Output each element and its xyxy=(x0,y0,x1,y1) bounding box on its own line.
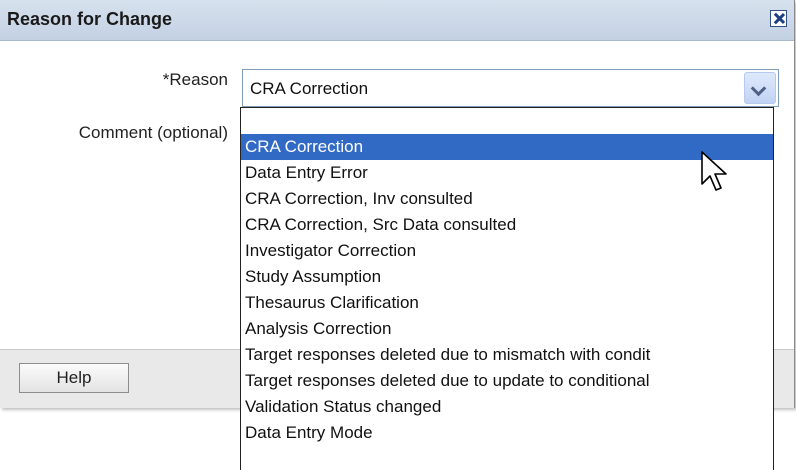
dropdown-option-target-deleted-update[interactable]: Target responses deleted due to update t… xyxy=(241,368,773,394)
reason-select-value: CRA Correction xyxy=(250,79,369,98)
dropdown-option-data-entry-error[interactable]: Data Entry Error xyxy=(241,160,773,186)
dropdown-option-target-deleted-mismatch[interactable]: Target responses deleted due to mismatch… xyxy=(241,342,773,368)
comment-label: Comment (optional) xyxy=(78,123,228,142)
reason-label: *Reason xyxy=(162,70,228,89)
dropdown-option-cra-correction-src-data-consulted[interactable]: CRA Correction, Src Data consulted xyxy=(241,212,773,238)
help-button[interactable]: Help xyxy=(19,363,129,393)
dropdown-option-analysis-correction[interactable]: Analysis Correction xyxy=(241,316,773,342)
mouse-pointer-icon xyxy=(701,151,727,191)
dropdown-option-investigator-correction[interactable]: Investigator Correction xyxy=(241,238,773,264)
dropdown-option-validation-status-changed[interactable]: Validation Status changed xyxy=(241,394,773,420)
dropdown-option-thesaurus-clarification[interactable]: Thesaurus Clarification xyxy=(241,290,773,316)
dialog-titlebar: Reason for Change xyxy=(0,0,794,41)
reason-select[interactable]: CRA Correction xyxy=(242,69,779,107)
dropdown-option-cra-correction[interactable]: CRA Correction xyxy=(241,134,773,160)
reason-dropdown-list[interactable]: CRA Correction Data Entry Error CRA Corr… xyxy=(240,107,774,470)
dropdown-option-study-assumption[interactable]: Study Assumption xyxy=(241,264,773,290)
dialog-title: Reason for Change xyxy=(7,9,173,29)
dropdown-option-data-entry-mode[interactable]: Data Entry Mode xyxy=(241,420,773,446)
close-icon[interactable] xyxy=(770,10,787,27)
dropdown-option-cra-correction-inv-consulted[interactable]: CRA Correction, Inv consulted xyxy=(241,186,773,212)
dropdown-option-blank[interactable] xyxy=(241,108,773,134)
chevron-down-icon[interactable] xyxy=(744,72,776,104)
